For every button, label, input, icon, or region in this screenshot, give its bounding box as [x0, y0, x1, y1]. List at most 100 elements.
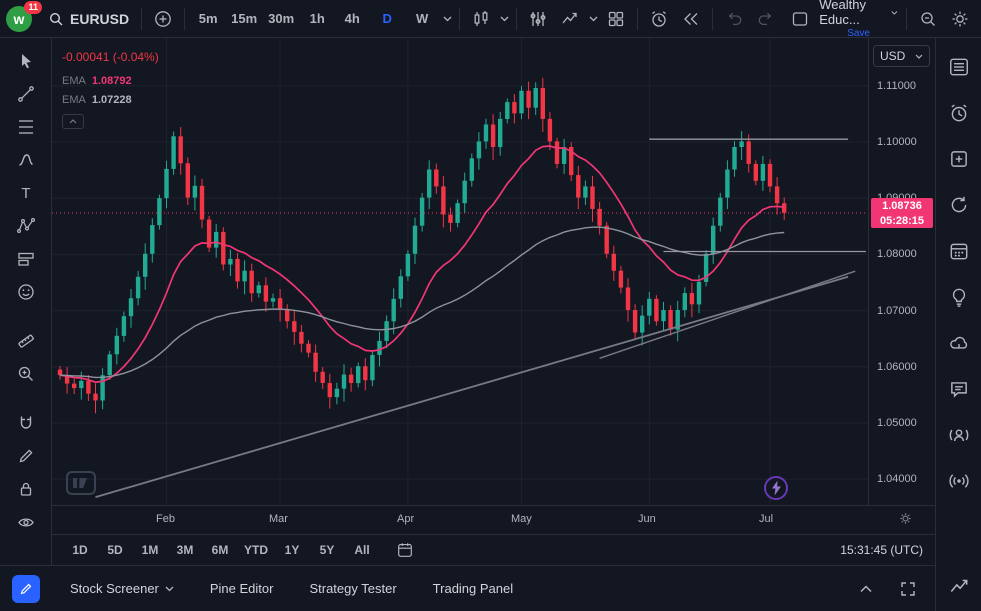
footer-tab-strategy-tester[interactable]: Strategy Tester [309, 581, 396, 596]
alert-button[interactable] [644, 4, 674, 34]
fib-retracement-icon [16, 117, 36, 137]
markets-arrow-button[interactable] [946, 573, 972, 599]
range-button-1d[interactable]: 1D [64, 538, 96, 562]
price-tick: 1.06000 [877, 361, 917, 373]
emoji-icon [16, 282, 36, 302]
hide-drawings-tool[interactable] [9, 509, 43, 535]
settings-button[interactable] [945, 4, 975, 34]
magic-bolt-button[interactable] [764, 476, 788, 500]
pencil-ruler-icon [18, 581, 34, 597]
indicator-row-1[interactable]: EMA1.07228 [62, 90, 159, 109]
indicators-button[interactable] [523, 4, 553, 34]
timeframe-button-1h[interactable]: 1h [300, 6, 334, 32]
timeframe-button-D[interactable]: D [370, 6, 404, 32]
go-to-date-button[interactable] [391, 538, 419, 562]
footer-tab-pine-editor[interactable]: Pine Editor [210, 581, 274, 596]
month-label-may: May [511, 513, 532, 525]
broadcast-button[interactable] [946, 468, 972, 494]
clock-utc[interactable]: 15:31:45 (UTC) [840, 543, 923, 557]
chart-canvas-area[interactable]: -0.00041 (-0.04%) EMA1.08792EMA1.07228 [52, 38, 868, 505]
gear-icon [950, 9, 970, 29]
brush-icon [16, 150, 36, 170]
redo-button[interactable] [751, 4, 781, 34]
timeframe-button-W[interactable]: W [405, 6, 439, 32]
layout-grid-button[interactable] [601, 4, 631, 34]
axis-settings-button[interactable] [898, 511, 913, 526]
range-button-3m[interactable]: 3M [169, 538, 201, 562]
trendline-tool[interactable] [9, 81, 43, 107]
range-button-1y[interactable]: 1Y [276, 538, 308, 562]
legend-collapse-button[interactable] [62, 114, 84, 129]
chart-type-button[interactable] [466, 4, 496, 34]
emoji-tool[interactable] [9, 279, 43, 305]
range-button-5d[interactable]: 5D [99, 538, 131, 562]
draw-tool[interactable] [9, 443, 43, 469]
timeframe-menu-button[interactable] [441, 4, 453, 34]
chevron-down-icon [589, 16, 598, 22]
brush-tool[interactable] [9, 147, 43, 173]
undo-button[interactable] [719, 4, 749, 34]
compare-button[interactable] [555, 4, 585, 34]
layout-account-menu[interactable]: Wealthy Educ... Save [819, 0, 898, 39]
search-icon [48, 11, 64, 27]
zoom-tool[interactable] [9, 361, 43, 387]
footer-tab-trading-panel[interactable]: Trading Panel [433, 581, 513, 596]
add-panel-button[interactable] [946, 146, 972, 172]
price-scale[interactable]: USD 1.08736 05:28:15 1.110001.100001.090… [868, 38, 935, 505]
ideas-stream-button[interactable] [946, 192, 972, 218]
timeframe-button-4h[interactable]: 4h [335, 6, 369, 32]
person-broadcast-icon [948, 424, 970, 446]
alerts-button[interactable] [946, 100, 972, 126]
pattern-tool[interactable] [9, 213, 43, 239]
add-symbol-button[interactable] [148, 4, 178, 34]
drawing-panel-toggle[interactable] [12, 575, 40, 603]
text-tool[interactable]: T [9, 180, 43, 206]
panel-collapse-button[interactable] [853, 576, 879, 602]
refresh-cycle-icon [948, 194, 970, 216]
footer-tab-stock-screener[interactable]: Stock Screener [70, 581, 174, 596]
maximize-icon [901, 582, 915, 596]
lock-tool[interactable] [9, 476, 43, 502]
range-button-ytd[interactable]: YTD [239, 538, 273, 562]
cursor-tool[interactable] [9, 48, 43, 74]
timeframe-button-15m[interactable]: 15m [226, 6, 262, 32]
symbol-search-button[interactable]: EURUSD [42, 4, 135, 34]
public-chat-button[interactable] [946, 330, 972, 356]
panel-maximize-button[interactable] [895, 576, 921, 602]
divider [906, 8, 907, 30]
streams-button[interactable] [946, 422, 972, 448]
uptrend-minor[interactable] [600, 271, 856, 358]
time-axis[interactable]: FebMarAprMayJunJul [52, 505, 935, 534]
fib-tool[interactable] [9, 114, 43, 140]
price-chart[interactable] [52, 38, 868, 505]
calendar-button[interactable] [946, 238, 972, 264]
chat-button[interactable] [946, 376, 972, 402]
currency-select[interactable]: USD [873, 45, 930, 67]
plus-circle-icon [153, 9, 173, 29]
uptrend-major[interactable] [96, 277, 849, 497]
magnet-icon [16, 413, 36, 433]
watchlist-button[interactable] [946, 54, 972, 80]
eye-icon [16, 512, 36, 532]
quick-search-button[interactable] [913, 4, 943, 34]
account-logo[interactable]: w 11 [6, 4, 38, 34]
timeframe-group: 5m15m30m1h4hDW [191, 6, 439, 32]
compare-chart-icon [560, 9, 580, 29]
range-button-all[interactable]: All [346, 538, 378, 562]
position-tool[interactable] [9, 246, 43, 272]
bar-replay-button[interactable] [676, 4, 706, 34]
timeframe-button-5m[interactable]: 5m [191, 6, 225, 32]
chevron-down-icon [891, 10, 898, 16]
magnet-tool[interactable] [9, 410, 43, 436]
indicator-row-0[interactable]: EMA1.08792 [62, 71, 159, 90]
chart-type-menu-button[interactable] [498, 4, 510, 34]
range-button-1m[interactable]: 1M [134, 538, 166, 562]
timeframe-button-30m[interactable]: 30m [263, 6, 299, 32]
range-button-6m[interactable]: 6M [204, 538, 236, 562]
body-wrap: T -0.00041 (-0.04%) [0, 38, 935, 611]
compare-menu-button[interactable] [587, 4, 599, 34]
measure-tool[interactable] [9, 328, 43, 354]
range-button-5y[interactable]: 5Y [311, 538, 343, 562]
ideas-button[interactable] [946, 284, 972, 310]
layout-select-button[interactable] [785, 4, 815, 34]
